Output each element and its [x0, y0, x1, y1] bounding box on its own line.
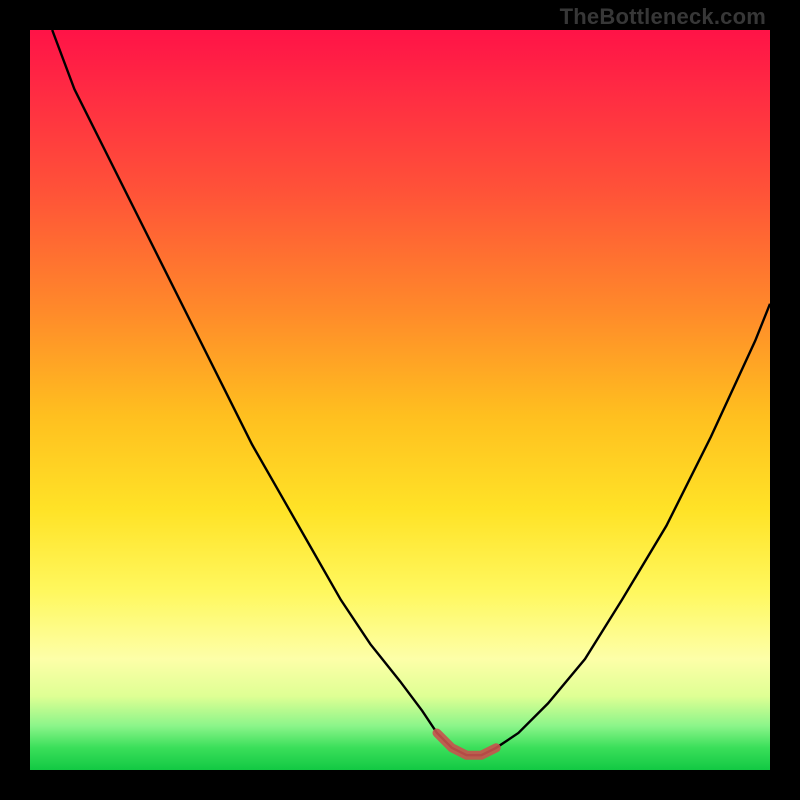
curve-svg — [30, 30, 770, 770]
watermark-text: TheBottleneck.com — [560, 4, 766, 30]
chart-frame: TheBottleneck.com — [0, 0, 800, 800]
plot-area — [30, 30, 770, 770]
bottleneck-curve — [52, 30, 770, 755]
optimal-range-highlight — [437, 733, 496, 755]
